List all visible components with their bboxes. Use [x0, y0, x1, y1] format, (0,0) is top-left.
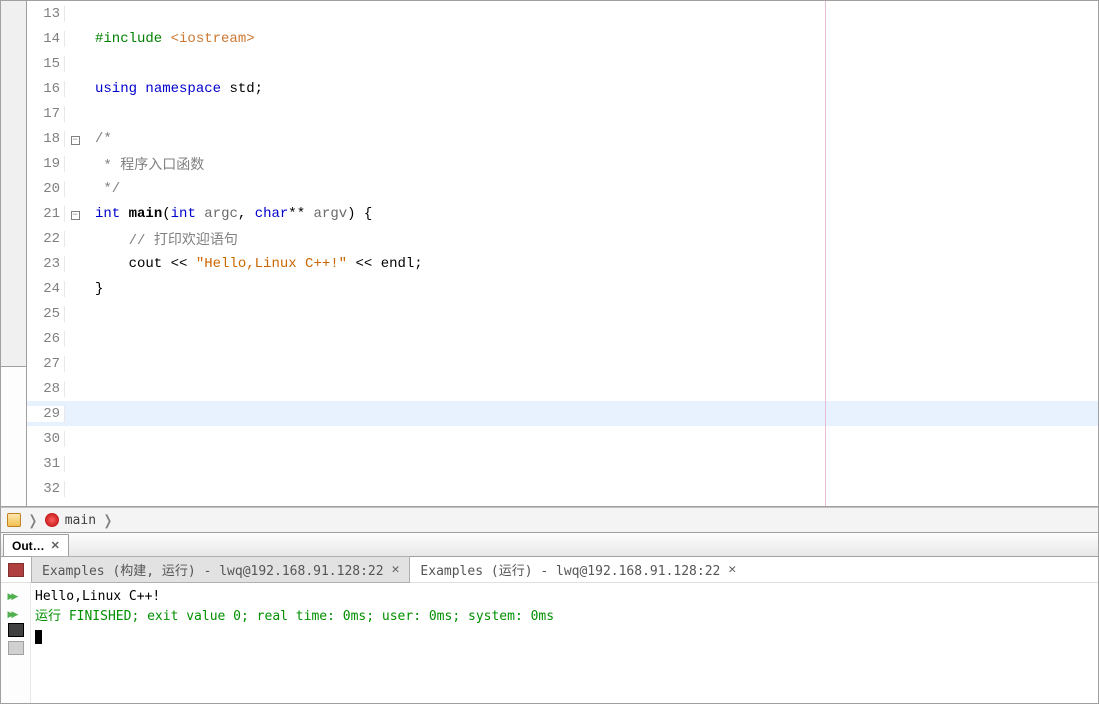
line-number: 25: [27, 306, 65, 322]
line-number: 29: [27, 406, 65, 422]
code-content[interactable]: }: [85, 281, 103, 297]
code-line[interactable]: 27: [27, 351, 1098, 376]
line-number: 16: [27, 81, 65, 97]
editor-area: 13 14 #include <iostream> 15 16 using namespa…: [1, 1, 1098, 507]
line-number: 28: [27, 381, 65, 397]
line-number: 27: [27, 356, 65, 372]
fold-collapse-icon[interactable]: −: [71, 136, 80, 145]
function-icon: [45, 513, 59, 527]
left-sidebar-placeholder: [1, 1, 27, 506]
code-line[interactable]: 31: [27, 451, 1098, 476]
code-editor[interactable]: 13 14 #include <iostream> 15 16 using namespa…: [27, 1, 1098, 506]
line-number: 18: [27, 131, 65, 147]
code-line[interactable]: 25: [27, 301, 1098, 326]
output-subtab[interactable]: Examples (运行) - lwq@192.168.91.128:22 ✕: [410, 557, 746, 582]
file-icon: [7, 513, 21, 527]
code-content[interactable]: * 程序入口函数: [85, 154, 204, 174]
ide-window: 13 14 #include <iostream> 15 16 using namespa…: [0, 0, 1099, 704]
line-number: 24: [27, 281, 65, 297]
fold-gutter[interactable]: −: [65, 131, 85, 147]
terminal-icon[interactable]: [8, 623, 24, 637]
output-subtab-label: Examples (构建, 运行) - lwq@192.168.91.128:2…: [42, 560, 384, 579]
line-number: 31: [27, 456, 65, 472]
line-number: 13: [27, 6, 65, 22]
output-subtabs: Examples (构建, 运行) - lwq@192.168.91.128:2…: [1, 557, 1098, 583]
output-tabs-strip: Out… ✕: [1, 533, 1098, 557]
run-icon[interactable]: [8, 605, 24, 619]
line-number: 32: [27, 481, 65, 497]
code-content[interactable]: using namespace std;: [85, 81, 263, 97]
code-line[interactable]: 22 // 打印欢迎语句: [27, 226, 1098, 251]
breadcrumb-separator: ❭: [27, 512, 39, 529]
output-console[interactable]: Hello,Linux C++!运行 FINISHED; exit value …: [31, 583, 1098, 703]
code-line[interactable]: 29: [27, 401, 1098, 426]
fold-gutter[interactable]: −: [65, 206, 85, 222]
line-number: 15: [27, 56, 65, 72]
breadcrumb-separator: ❭: [102, 512, 114, 529]
close-icon[interactable]: ✕: [51, 539, 60, 552]
output-panel: Out… ✕ Examples (构建, 运行) - lwq@192.168.9…: [1, 533, 1098, 703]
output-subtab-label: Examples (运行) - lwq@192.168.91.128:22: [420, 560, 720, 579]
cursor-icon: [35, 630, 42, 644]
breadcrumb-bar: ❭ main ❭: [1, 507, 1098, 533]
code-content[interactable]: /*: [85, 131, 112, 147]
stop-icon[interactable]: [8, 563, 24, 577]
code-line[interactable]: 21−int main(int argc, char** argv) {: [27, 201, 1098, 226]
code-line[interactable]: 16 using namespace std;: [27, 76, 1098, 101]
line-number: 26: [27, 331, 65, 347]
code-content[interactable]: #include <iostream>: [85, 31, 255, 47]
breadcrumb-function[interactable]: main: [65, 513, 96, 528]
line-number: 21: [27, 206, 65, 222]
code-line[interactable]: 13: [27, 1, 1098, 26]
close-icon[interactable]: ✕: [728, 562, 736, 577]
close-icon[interactable]: ✕: [392, 562, 400, 577]
console-line: 运行 FINISHED; exit value 0; real time: 0m…: [35, 607, 1098, 627]
misc-icon[interactable]: [8, 641, 24, 655]
code-content[interactable]: int main(int argc, char** argv) {: [85, 206, 372, 222]
console-line: Hello,Linux C++!: [35, 587, 1098, 607]
line-number: 17: [27, 106, 65, 122]
code-content[interactable]: */: [85, 181, 120, 197]
line-number: 19: [27, 156, 65, 172]
code-line[interactable]: 24}: [27, 276, 1098, 301]
code-line[interactable]: 32: [27, 476, 1098, 501]
line-number: 30: [27, 431, 65, 447]
code-line[interactable]: 26: [27, 326, 1098, 351]
console-cursor-line: [35, 627, 1098, 647]
code-line[interactable]: 18−/*: [27, 126, 1098, 151]
line-number: 23: [27, 256, 65, 272]
output-gutter: [1, 583, 31, 703]
code-line[interactable]: 15: [27, 51, 1098, 76]
code-line[interactable]: 30: [27, 426, 1098, 451]
output-body: Hello,Linux C++!运行 FINISHED; exit value …: [1, 583, 1098, 703]
output-tab[interactable]: Out… ✕: [3, 534, 69, 556]
line-number: 14: [27, 31, 65, 47]
output-tab-label: Out…: [12, 539, 45, 553]
code-content[interactable]: cout << "Hello,Linux C++!" << endl;: [85, 256, 423, 272]
code-content[interactable]: // 打印欢迎语句: [85, 229, 238, 249]
code-line[interactable]: 19 * 程序入口函数: [27, 151, 1098, 176]
fold-collapse-icon[interactable]: −: [71, 211, 80, 220]
sidebar-section: [1, 366, 26, 506]
print-margin: [825, 1, 826, 506]
code-line[interactable]: 20 */: [27, 176, 1098, 201]
line-number: 20: [27, 181, 65, 197]
output-subtab[interactable]: Examples (构建, 运行) - lwq@192.168.91.128:2…: [31, 556, 410, 583]
code-line[interactable]: 23 cout << "Hello,Linux C++!" << endl;: [27, 251, 1098, 276]
code-line[interactable]: 17: [27, 101, 1098, 126]
code-line[interactable]: 14 #include <iostream>: [27, 26, 1098, 51]
run-icon[interactable]: [8, 587, 24, 601]
code-line[interactable]: 28: [27, 376, 1098, 401]
line-number: 22: [27, 231, 65, 247]
